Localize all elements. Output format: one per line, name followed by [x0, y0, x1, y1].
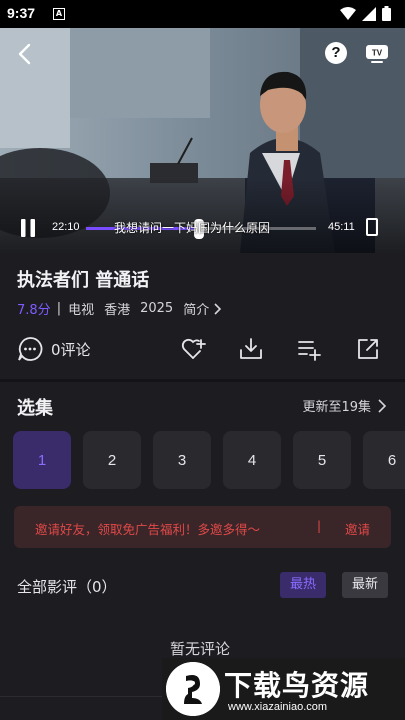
comment-icon [18, 337, 43, 361]
current-time: 22:10 [52, 221, 80, 233]
intro-label: 简介 [183, 303, 210, 318]
episode-item[interactable]: 2 [83, 431, 141, 489]
rating: 7.8分 [17, 303, 51, 318]
svg-text:TV: TV [372, 49, 383, 58]
share-icon[interactable] [355, 336, 381, 362]
action-row: 0评论 [0, 334, 405, 364]
status-bar: 9:37 A [0, 0, 405, 28]
sort-new-button[interactable]: 最新 [342, 572, 388, 598]
intro-link[interactable]: 简介 [183, 299, 222, 318]
meta-separator: | [56, 301, 62, 316]
show-year: 2025 [140, 301, 174, 316]
reviews-title: 全部影评（0） [17, 578, 117, 596]
pause-icon[interactable] [18, 218, 38, 238]
show-type: 电视 [68, 303, 95, 318]
notification-badge: A [53, 8, 65, 20]
watermark: 下载鸟资源 www.xiazainiao.com [162, 658, 405, 720]
comment-count: 0评论 [51, 340, 91, 359]
episode-item[interactable]: 4 [223, 431, 281, 489]
invite-text: 邀请好友，领取免广告福利！多邀多得～ [35, 522, 261, 537]
episode-list: 1 2 3 4 5 6 [13, 431, 405, 489]
invite-banner[interactable]: 邀请好友，领取免广告福利！多邀多得～ | 邀请 [14, 506, 391, 548]
empty-comments-text: 暂无评论 [170, 640, 231, 658]
update-label: 更新至19集 [302, 400, 371, 415]
episode-item[interactable]: 1 [13, 431, 71, 489]
signal-icon [362, 6, 376, 21]
sort-hot-button[interactable]: 最热 [280, 572, 326, 598]
battery-icon [382, 6, 391, 21]
episode-item[interactable]: 6 [363, 431, 405, 489]
subtitle-text: 我想请问一下妈国为什么原因 [114, 221, 271, 235]
section-divider [0, 379, 405, 382]
video-player[interactable]: ? TV 22:10 我想请问一下妈国为什么原因 45:11 [0, 28, 405, 253]
invite-button[interactable]: 邀请 [345, 519, 370, 538]
invite-separator: | [317, 519, 322, 533]
status-icons [340, 6, 391, 21]
wifi-icon [340, 6, 356, 20]
fullscreen-icon[interactable] [366, 218, 378, 236]
help-icon[interactable]: ? [325, 42, 347, 64]
comment-button[interactable]: 0评论 [17, 336, 91, 362]
chevron-right-icon [214, 302, 222, 315]
total-time: 45:11 [328, 221, 355, 233]
episodes-header: 选集 [17, 398, 53, 419]
episodes-update-link[interactable]: 更新至19集 [302, 396, 387, 415]
watermark-url: www.xiazainiao.com [228, 701, 328, 713]
status-time: 9:37 [7, 5, 36, 21]
show-region: 香港 [104, 303, 131, 318]
download-icon[interactable] [238, 336, 264, 362]
watermark-logo-icon [166, 662, 220, 716]
favorite-add-icon[interactable] [180, 336, 206, 362]
watermark-title: 下载鸟资源 [224, 669, 370, 702]
episode-item[interactable]: 5 [293, 431, 351, 489]
show-title: 执法者们 普通话 [17, 270, 150, 291]
add-to-list-icon[interactable] [296, 336, 322, 362]
episode-item[interactable]: 3 [153, 431, 211, 489]
tv-cast-icon[interactable]: TV [365, 42, 389, 64]
show-meta: 7.8分 | 电视 香港 2025 简介 [17, 299, 222, 318]
chevron-right-icon [378, 398, 387, 413]
back-icon[interactable] [14, 42, 38, 66]
